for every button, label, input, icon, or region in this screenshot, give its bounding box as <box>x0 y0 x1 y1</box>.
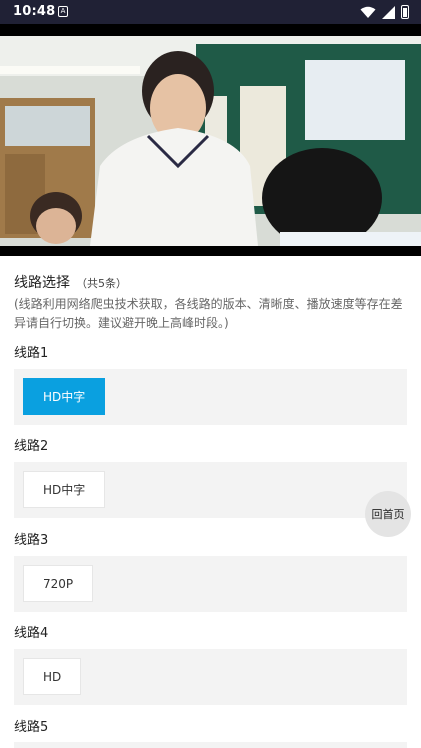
route-label-4: 线路4 <box>14 626 49 641</box>
signal-icon <box>382 5 395 19</box>
route-panel-5 <box>14 742 407 748</box>
route-label-5: 线路5 <box>14 720 49 735</box>
route-label-2: 线路2 <box>14 439 49 454</box>
wifi-icon <box>360 6 376 18</box>
route-count: （共5条） <box>76 277 127 290</box>
status-bar: 10:48 A <box>0 0 421 24</box>
route-panel-3: 720P <box>14 556 407 612</box>
notification-icon: A <box>58 6 68 17</box>
episode-button-route-1[interactable]: HD中字 <box>23 378 106 415</box>
episode-button-route-2[interactable]: HD中字 <box>23 471 106 508</box>
route-panel-4: HD <box>14 649 407 705</box>
status-icons <box>360 5 409 19</box>
route-select-title: 线路选择 （共5条） <box>14 272 127 292</box>
route-panel-2: HD中字 <box>14 462 407 518</box>
route-label-3: 线路3 <box>14 533 49 548</box>
video-player[interactable] <box>0 24 421 256</box>
battery-icon <box>401 5 409 19</box>
route-panel-1: HD中字 <box>14 369 407 425</box>
back-home-button[interactable]: 回首页 <box>365 491 411 537</box>
route-notice: (线路利用网络爬虫技术获取，各线路的版本、清晰度、播放速度等存在差异请自行切换。… <box>14 297 403 330</box>
episode-button-route-4[interactable]: HD <box>23 658 82 695</box>
route-label-1: 线路1 <box>14 346 49 361</box>
episode-button-route-3[interactable]: 720P <box>23 565 94 602</box>
route-select-label: 线路选择 <box>14 275 70 291</box>
status-time: 10:48 <box>13 4 56 19</box>
video-frame <box>0 36 421 246</box>
